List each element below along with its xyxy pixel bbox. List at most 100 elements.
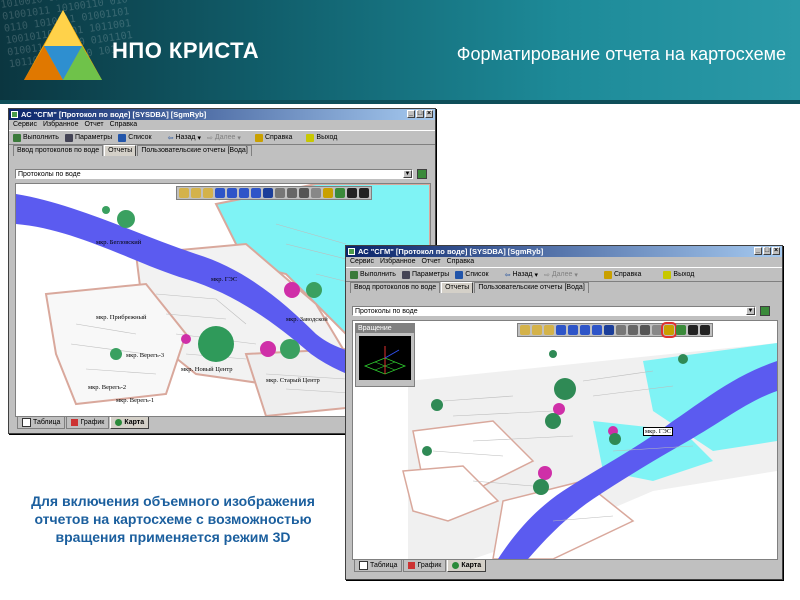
menu-service[interactable]: Сервис	[13, 120, 37, 130]
map-label: мкр. Верегь-2	[88, 384, 127, 391]
tab-protocol-input[interactable]: Ввод протоколов по воде	[350, 282, 441, 293]
zoom-area-icon[interactable]	[203, 188, 213, 198]
layers-icon[interactable]	[628, 325, 638, 335]
rotation-preview[interactable]	[359, 336, 411, 380]
zoom-out-icon[interactable]	[532, 325, 542, 335]
rotate-icon[interactable]	[604, 325, 614, 335]
app-window-3d: АС "СГМ" [Протокол по воде] [SYSDBA] [Sg…	[345, 245, 783, 580]
tab-reports[interactable]: Отчеты	[104, 145, 137, 156]
stats-icon[interactable]	[700, 325, 710, 335]
pan-up-icon[interactable]	[580, 325, 590, 335]
run-button[interactable]: Выполнить	[350, 270, 396, 279]
forward-label: Далее	[551, 271, 573, 278]
layers-icon[interactable]	[287, 188, 297, 198]
pan-down-icon[interactable]	[251, 188, 261, 198]
minimize-icon[interactable]: _	[407, 110, 415, 118]
exit-icon	[663, 270, 672, 279]
forward-arrow-icon: ⇨	[207, 134, 213, 142]
window-titlebar[interactable]: АС "СГМ" [Протокол по воде] [SYSDBA] [Sg…	[346, 246, 782, 257]
tab-user-reports[interactable]: Пользовательские отчеты [Вода]	[474, 282, 589, 293]
back-button[interactable]: ⇦ Назад ▾	[505, 271, 538, 279]
close-icon[interactable]: ×	[772, 247, 780, 255]
select-icon[interactable]	[640, 325, 650, 335]
pan-left-icon[interactable]	[556, 325, 566, 335]
help-button[interactable]: Справка	[603, 270, 641, 279]
zoom-out-icon[interactable]	[191, 188, 201, 198]
chevron-down-icon[interactable]: ▼	[403, 170, 412, 178]
zoom-area-icon[interactable]	[544, 325, 554, 335]
pan-down-icon[interactable]	[592, 325, 602, 335]
3d-mode-icon[interactable]	[661, 322, 677, 338]
legend-icon[interactable]	[688, 325, 698, 335]
print-icon[interactable]	[652, 325, 662, 335]
menu-help[interactable]: Справка	[447, 257, 474, 267]
tab-chart[interactable]: График	[66, 417, 110, 429]
app-icon	[348, 248, 355, 255]
zoom-in-icon[interactable]	[179, 188, 189, 198]
close-icon[interactable]: ×	[425, 110, 433, 118]
menu-report[interactable]: Отчет	[421, 257, 440, 267]
stats-icon[interactable]	[359, 188, 369, 198]
map-icon	[115, 419, 123, 426]
tab-table[interactable]: Таблица	[17, 417, 66, 429]
minimize-icon[interactable]: _	[754, 247, 762, 255]
menu-service[interactable]: Сервис	[350, 257, 374, 267]
refresh-icon[interactable]	[760, 306, 770, 316]
info-icon[interactable]	[335, 188, 345, 198]
help-button[interactable]: Справка	[254, 133, 293, 142]
grid-icon[interactable]	[275, 188, 285, 198]
refresh-icon[interactable]	[417, 169, 427, 179]
list-button[interactable]: Список	[118, 133, 152, 142]
report-select[interactable]: Протоколы по воде ▼	[352, 306, 756, 316]
slide-title: Форматирование отчета на картосхеме	[456, 44, 786, 64]
chevron-down-icon[interactable]: ▼	[746, 307, 755, 315]
list-label: Список	[128, 134, 152, 141]
header-banner: 1010010 0101101 1100101 01001011 1010011…	[0, 0, 800, 100]
pan-left-icon[interactable]	[215, 188, 225, 198]
tab-reports[interactable]: Отчеты	[441, 282, 474, 293]
legend-icon[interactable]	[347, 188, 357, 198]
tab-map[interactable]: Карта	[447, 560, 487, 572]
print-icon[interactable]	[311, 188, 321, 198]
map-label: мкр. Старый Центр	[266, 377, 320, 384]
menu-report[interactable]: Отчет	[84, 120, 103, 130]
forward-button[interactable]: ⇨ Далее ▾	[544, 271, 578, 279]
exit-button[interactable]: Выход	[663, 270, 694, 279]
params-button[interactable]: Параметры	[401, 270, 449, 279]
menu-bar: Сервис Избранное Отчет Справка	[346, 257, 782, 267]
section-tabs: Ввод протоколов по воде Отчеты Пользоват…	[346, 282, 782, 293]
tab-chart[interactable]: График	[403, 560, 447, 572]
map-toolbar	[517, 322, 713, 338]
maximize-icon[interactable]: □	[416, 110, 424, 118]
pan-right-icon[interactable]	[227, 188, 237, 198]
menu-favorites[interactable]: Избранное	[380, 257, 415, 267]
map-view-3d[interactable]: Вращение мкр. ГЭС	[352, 320, 778, 560]
exit-button[interactable]: Выход	[306, 133, 337, 142]
zoom-in-icon[interactable]	[520, 325, 530, 335]
help-label: Справка	[264, 134, 293, 141]
select-icon[interactable]	[299, 188, 309, 198]
run-button[interactable]: Выполнить	[13, 133, 59, 142]
report-select[interactable]: Протоколы по воде ▼	[15, 169, 413, 179]
header-stripe	[0, 100, 800, 104]
rotation-panel[interactable]: Вращение	[355, 323, 415, 387]
params-button[interactable]: Параметры	[64, 133, 112, 142]
grid-icon[interactable]	[616, 325, 626, 335]
maximize-icon[interactable]: □	[763, 247, 771, 255]
tab-table[interactable]: Таблица	[354, 560, 403, 572]
main-toolbar: Выполнить Параметры Список ⇦ Назад ▾ ⇨ Дал…	[9, 130, 435, 145]
tab-user-reports[interactable]: Пользовательские отчеты [Вода]	[137, 145, 252, 156]
back-button[interactable]: ⇦ Назад ▾	[168, 134, 201, 142]
info-icon[interactable]	[676, 325, 686, 335]
window-titlebar[interactable]: АС "СГМ" [Протокол по воде] [SYSDBA] [Sg…	[9, 109, 435, 120]
forward-button[interactable]: ⇨ Далее ▾	[207, 134, 241, 142]
pan-up-icon[interactable]	[239, 188, 249, 198]
3d-mode-icon[interactable]	[323, 188, 333, 198]
rotate-icon[interactable]	[263, 188, 273, 198]
menu-help[interactable]: Справка	[110, 120, 137, 130]
list-button[interactable]: Список	[455, 270, 489, 279]
pan-right-icon[interactable]	[568, 325, 578, 335]
tab-protocol-input[interactable]: Ввод протоколов по воде	[13, 145, 104, 156]
tab-map[interactable]: Карта	[110, 417, 150, 429]
menu-favorites[interactable]: Избранное	[43, 120, 78, 130]
